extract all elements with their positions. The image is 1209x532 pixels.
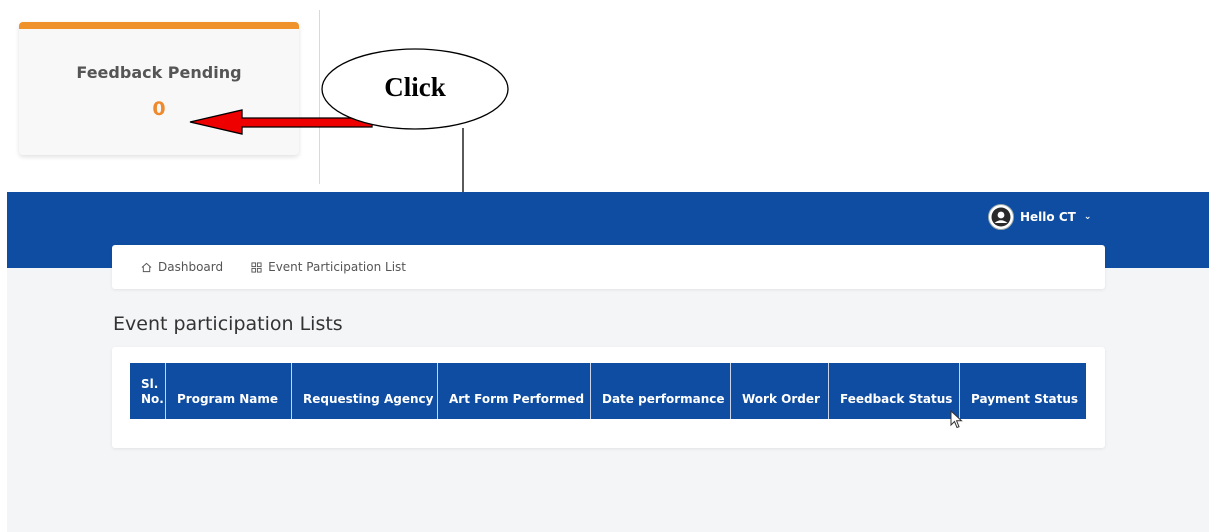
user-avatar-icon xyxy=(988,204,1014,230)
column-header-program-name[interactable]: Program Name xyxy=(166,363,292,419)
home-icon xyxy=(141,262,152,272)
breadcrumb-label: Event Participation List xyxy=(268,260,407,274)
click-callout-label: Click xyxy=(384,72,446,102)
column-header-feedback-status[interactable]: Feedback Status xyxy=(829,363,960,419)
table-header: Sl. No. Program Name Requesting Agency A… xyxy=(130,363,1086,419)
mouse-cursor-icon xyxy=(950,410,963,429)
breadcrumb-label: Dashboard xyxy=(158,260,224,274)
app-screen: Hello CT ⌄ Dashboard Event Participation… xyxy=(7,192,1209,532)
user-greeting: Hello CT xyxy=(1020,210,1076,224)
page-title: Event participation Lists xyxy=(113,313,343,335)
breadcrumb: Dashboard Event Participation List xyxy=(112,245,1105,289)
column-header-date-performance[interactable]: Date performance xyxy=(591,363,731,419)
column-header-work-order[interactable]: Work Order xyxy=(731,363,829,419)
column-header-sl-no[interactable]: Sl. No. xyxy=(130,363,166,419)
user-menu[interactable]: Hello CT ⌄ xyxy=(988,203,1091,231)
chevron-down-icon: ⌄ xyxy=(1083,212,1092,222)
grid-icon xyxy=(251,261,262,273)
breadcrumb-event-participation-list[interactable]: Event Participation List xyxy=(251,260,406,274)
column-header-requesting-agency[interactable]: Requesting Agency xyxy=(292,363,438,419)
event-participation-table-card: Sl. No. Program Name Requesting Agency A… xyxy=(112,347,1105,448)
breadcrumb-dashboard[interactable]: Dashboard xyxy=(141,260,223,274)
column-header-art-form-performed[interactable]: Art Form Performed xyxy=(438,363,591,419)
column-header-payment-status[interactable]: Payment Status xyxy=(960,363,1086,419)
